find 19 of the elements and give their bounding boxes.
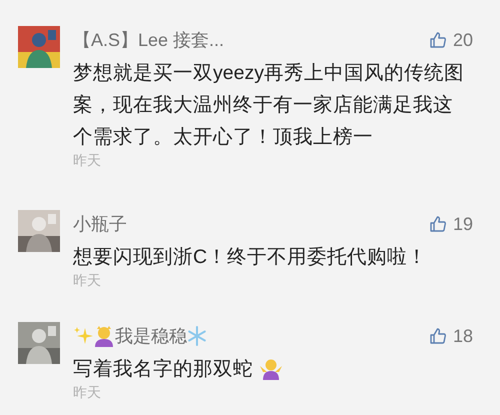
- comment-time: 昨天: [73, 271, 101, 289]
- like-count: 20: [453, 29, 474, 52]
- thumbs-up-icon[interactable]: [429, 215, 447, 233]
- sparkles-icon: [73, 326, 93, 346]
- snowflake-icon: [187, 326, 207, 346]
- like-count: 18: [453, 325, 474, 348]
- comment-text: 想要闪现到浙C！终于不用委托代购啦！: [73, 245, 428, 270]
- user-name[interactable]: 【A.S】Lee 接套...: [73, 28, 224, 52]
- comment-time: 昨天: [73, 383, 101, 401]
- user-name[interactable]: 我是稳稳: [115, 324, 187, 348]
- thumbs-up-icon[interactable]: [429, 327, 447, 345]
- comment-text: 写着我名字的那双蛇: [73, 357, 253, 382]
- comment-time: 昨天: [73, 151, 101, 169]
- person-icon: [93, 325, 115, 347]
- thumbs-up-icon[interactable]: [429, 31, 447, 49]
- comment-text: 梦想就是买一双yeezy再秀上中国风的传统图案，现在我大温州终于有一家店能满足我这个需求了。太开心了！顶我上榜一: [73, 61, 465, 150]
- shrugging-person-icon: [259, 358, 283, 380]
- user-name[interactable]: 小瓶子: [73, 212, 127, 236]
- like-count: 19: [453, 213, 474, 236]
